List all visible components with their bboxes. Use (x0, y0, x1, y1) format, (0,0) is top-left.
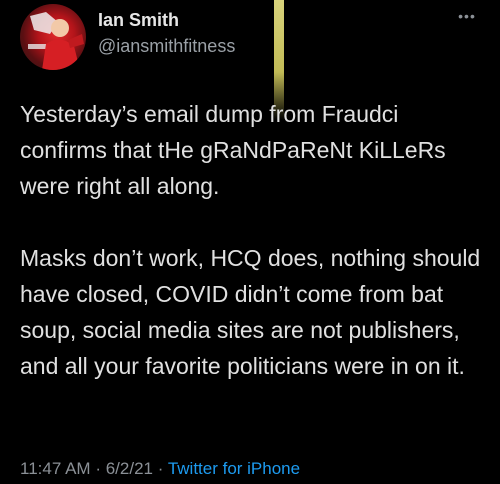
tweet: Ian Smith @iansmithfitness ••• Yesterday… (0, 0, 500, 484)
avatar[interactable] (20, 4, 86, 70)
tweet-time[interactable]: 11:47 AM (20, 459, 91, 478)
more-horizontal-icon: ••• (458, 8, 476, 24)
more-options-button[interactable]: ••• (454, 6, 480, 26)
tweet-date[interactable]: 6/2/21 (106, 459, 153, 478)
tweet-paragraph: Yesterday’s email dump from Fraudci conf… (20, 101, 446, 199)
tweet-meta: 11:47 AM · 6/2/21 · Twitter for iPhone (20, 459, 300, 479)
tweet-text: Yesterday’s email dump from Fraudci conf… (20, 96, 490, 384)
meta-separator: · (95, 459, 101, 478)
author-name[interactable]: Ian Smith (98, 10, 179, 31)
tweet-source-link[interactable]: Twitter for iPhone (168, 459, 300, 478)
meta-separator: · (157, 459, 164, 478)
author-handle[interactable]: @iansmithfitness (98, 36, 235, 57)
tweet-paragraph: Masks don’t work, HCQ does, nothing shou… (20, 245, 481, 379)
